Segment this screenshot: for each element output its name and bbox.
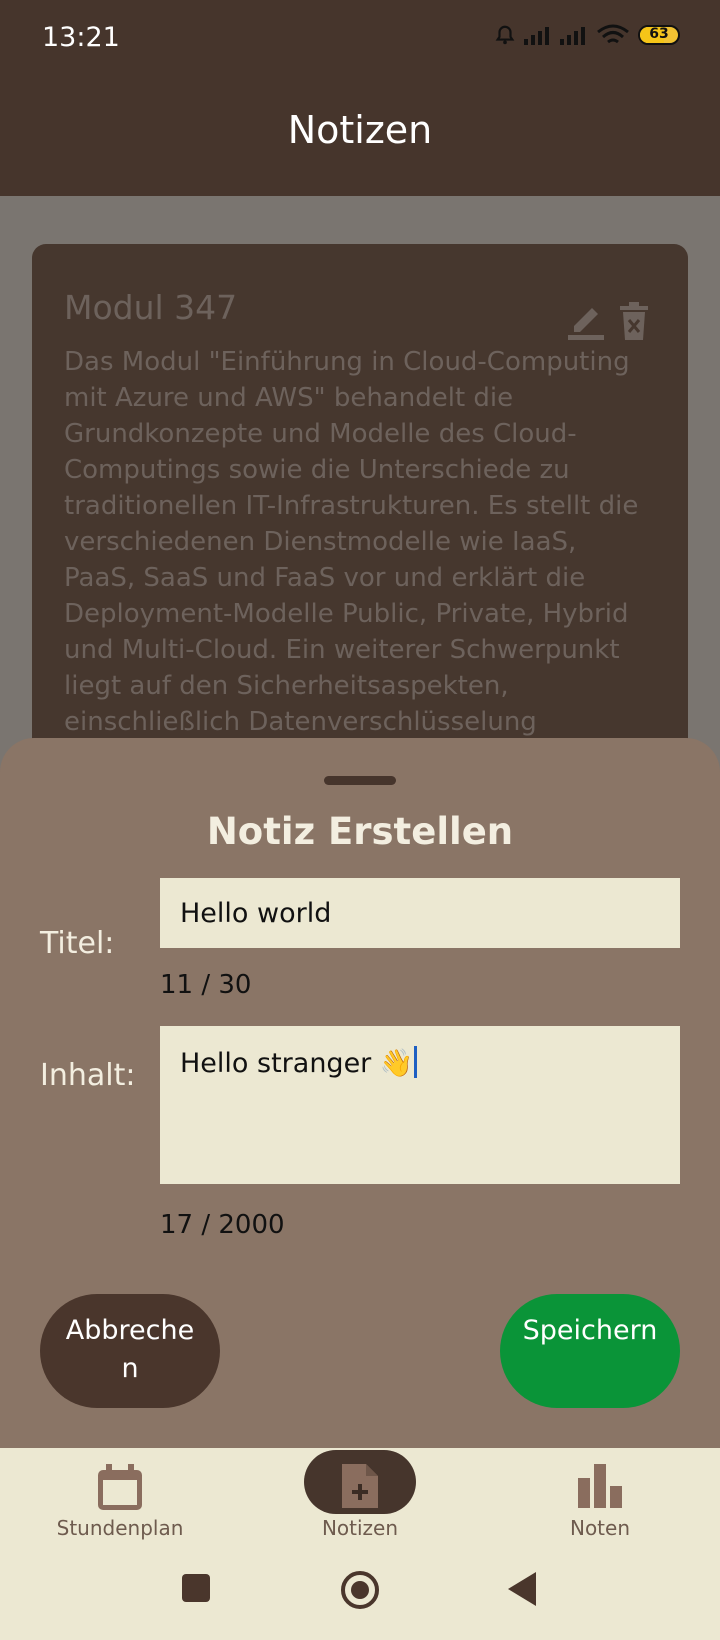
signal-icon-2 [560,27,585,45]
save-label: Speichern [522,1315,658,1346]
battery-icon: 63 [638,25,680,45]
content-text: Hello stranger 👋 [180,1048,414,1079]
cancel-label: Abbreche n [65,1315,195,1384]
note-title: Modul 347 [64,288,238,327]
nav-label-noten: Noten [569,1516,631,1540]
status-time: 13:21 [42,22,120,53]
bottom-nav: Stundenplan Notizen Noten [0,1448,720,1556]
calendar-icon [98,1464,142,1510]
page-title: Notizen [287,108,433,152]
battery-level: 63 [649,26,669,42]
wifi-icon [597,24,629,44]
cancel-button[interactable]: Abbreche n [40,1294,220,1408]
home-icon[interactable] [340,1570,380,1610]
nav-item-stundenplan[interactable]: Stundenplan [0,1448,240,1556]
delete-icon[interactable] [618,302,650,340]
back-icon[interactable] [508,1572,538,1606]
note-card[interactable]: Modul 347 Das Modul "Einführung in Cloud… [32,244,688,764]
alarm-icon [495,25,515,45]
content-label: Inhalt: [40,1058,136,1093]
nav-label-notizen: Notizen [321,1516,399,1540]
note-add-icon [342,1464,378,1508]
text-cursor [414,1046,418,1078]
content-input[interactable]: Hello stranger 👋 [160,1026,680,1184]
bar-chart-icon [578,1464,622,1508]
note-actions [566,298,650,340]
sheet-title: Notiz Erstellen [206,810,514,853]
edit-icon[interactable] [566,298,606,340]
app-bar: Notizen [0,80,720,196]
nav-item-noten[interactable]: Noten [480,1448,720,1556]
signal-icon [524,27,549,45]
title-label: Titel: [40,926,115,961]
title-input[interactable]: Hello world [160,878,680,948]
title-counter: 11 / 30 [160,970,252,1000]
note-body: Das Modul "Einführung in Cloud-Computing… [64,347,639,737]
create-note-sheet: Notiz Erstellen Titel: Hello world 11 / … [0,738,720,1448]
system-nav-bar [0,1556,720,1640]
nav-label-stundenplan: Stundenplan [56,1516,184,1540]
status-icons: 63 [494,24,680,46]
drag-handle[interactable] [324,776,396,785]
content-counter: 17 / 2000 [160,1210,285,1240]
recents-icon[interactable] [182,1574,210,1602]
save-button[interactable]: Speichern [500,1294,680,1408]
status-bar: 13:21 63 [0,0,720,80]
nav-item-notizen[interactable]: Notizen [240,1448,480,1556]
